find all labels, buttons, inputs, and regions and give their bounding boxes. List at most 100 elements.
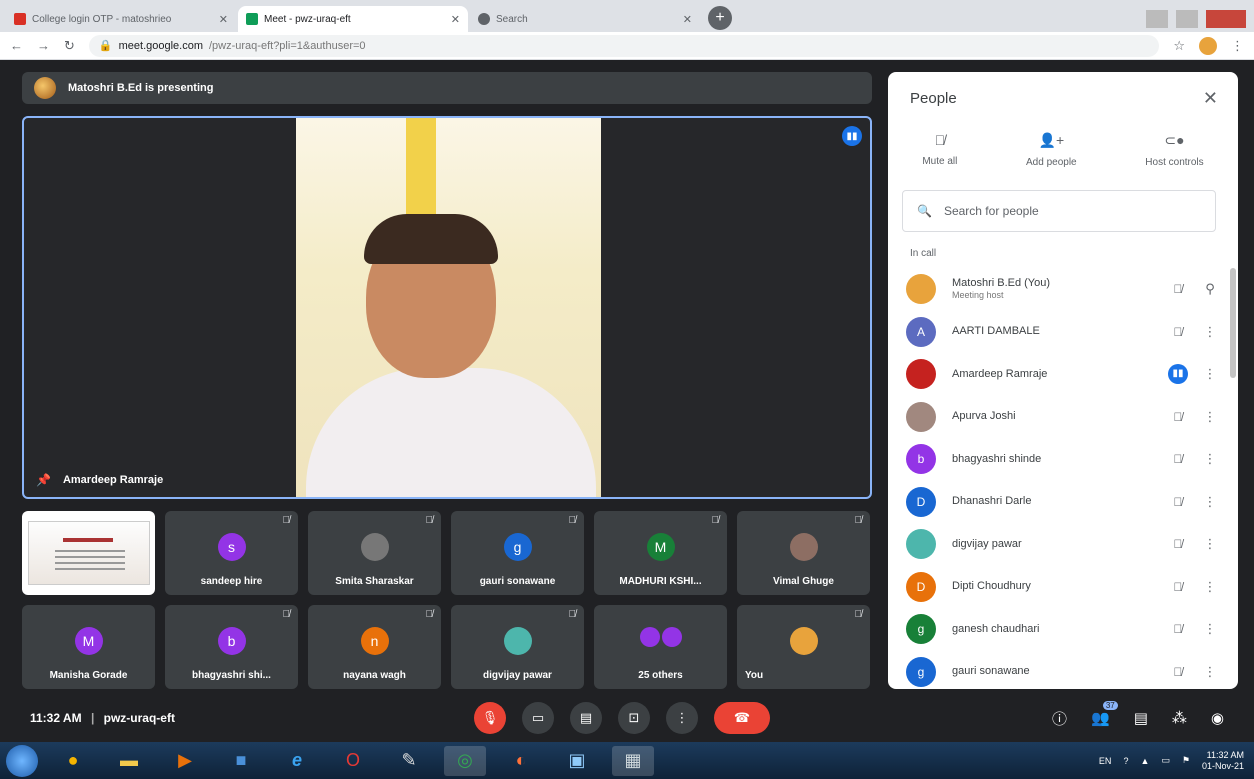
pin-icon[interactable]: ⚲ (1198, 281, 1222, 297)
more-options-icon[interactable]: ⋮ (1198, 536, 1222, 552)
star-icon[interactable]: ☆ (1173, 38, 1185, 54)
activities-icon[interactable]: ⁂ (1172, 709, 1187, 727)
browser-tab-search[interactable]: Search ✕ (470, 6, 700, 32)
others-tile[interactable]: 25 others (594, 605, 727, 689)
tile-name: bhagyashri shi... (192, 670, 271, 681)
internet-explorer-taskbar-icon[interactable]: e (276, 746, 318, 776)
participant-list: Matoshri B.Ed (You) Meeting host 🎙̸ ⚲ A A… (888, 268, 1238, 689)
help-icon[interactable]: ? (1123, 756, 1128, 766)
profile-avatar[interactable] (1199, 36, 1217, 55)
close-tab-icon[interactable]: ✕ (683, 13, 692, 26)
participant-tile[interactable]: 🎙̸ Smita Sharaskar (308, 511, 441, 595)
chrome-taskbar-icon[interactable]: ◎ (444, 745, 486, 776)
list-item[interactable]: D Dhanashri Darle 🎙̸ ⋮ (888, 481, 1238, 524)
browser-tab-gmail[interactable]: College login OTP - matoshrieo ✕ (6, 6, 236, 32)
mic-off-icon[interactable]: 🎙̸ (1158, 495, 1198, 509)
more-options-icon[interactable]: ⋮ (1198, 366, 1222, 382)
list-item[interactable]: D Dipti Choudhury 🎙̸ ⋮ (888, 566, 1238, 609)
presenting-text: Matoshri B.Ed is presenting (68, 82, 214, 94)
paint-taskbar-icon[interactable]: ✎ (388, 746, 430, 776)
reload-icon[interactable]: ↻ (64, 38, 75, 54)
browser-tab-meet[interactable]: Meet - pwz-uraq-eft ✕ (238, 6, 468, 32)
menu-kebab-icon[interactable]: ⋮ (1231, 38, 1244, 54)
back-arrow-icon[interactable]: ← (10, 38, 23, 53)
file-explorer-taskbar-icon[interactable]: ▬ (108, 746, 150, 776)
mute-all-button[interactable]: 🎙̸ Mute all (922, 132, 957, 168)
add-people-label: Add people (1026, 157, 1077, 168)
list-item[interactable]: Matoshri B.Ed (You) Meeting host 🎙̸ ⚲ (888, 268, 1238, 311)
host-controls-icon[interactable]: ◉ (1211, 709, 1224, 727)
participant-tile[interactable]: 🎙̸ Vimal Ghuge (737, 511, 870, 595)
minimize-button[interactable] (1146, 10, 1168, 28)
new-tab-button[interactable]: + (708, 6, 732, 30)
close-panel-icon[interactable]: ✕ (1203, 88, 1218, 109)
participant-tile[interactable]: 🎙̸ g gauri sonawane (451, 511, 584, 595)
captions-button[interactable]: ▤ (570, 702, 602, 734)
mic-off-icon[interactable]: 🎙̸ (1158, 282, 1198, 296)
mic-off-icon[interactable]: 🎙̸ (1158, 410, 1198, 424)
people-search-input[interactable]: 🔍 Search for people (902, 190, 1216, 232)
network-icon[interactable]: ▭ (1161, 755, 1170, 766)
close-tab-icon[interactable]: ✕ (219, 13, 228, 26)
mic-off-icon[interactable]: 🎙̸ (1158, 622, 1198, 636)
info-icon[interactable]: ⓘ (1052, 708, 1067, 729)
forward-arrow-icon[interactable]: → (37, 38, 50, 53)
add-people-button[interactable]: 👤+ Add people (1026, 132, 1077, 168)
close-tab-icon[interactable]: ✕ (451, 13, 460, 26)
show-hidden-icon[interactable]: ▲ (1140, 756, 1149, 766)
close-window-button[interactable] (1206, 10, 1246, 28)
camera-toggle-button[interactable]: ▭ (522, 702, 554, 734)
mic-toggle-button[interactable]: 🎙 (474, 702, 506, 734)
list-item[interactable]: Apurva Joshi 🎙̸ ⋮ (888, 396, 1238, 439)
list-item[interactable]: Amardeep Ramraje ▮▮ ⋮ (888, 353, 1238, 396)
app3-taskbar-icon[interactable]: ▦ (612, 745, 654, 776)
pin-icon[interactable]: 📌 (36, 473, 51, 487)
language-indicator[interactable]: EN (1099, 756, 1112, 766)
mic-off-icon[interactable]: 🎙̸ (1158, 580, 1198, 594)
maximize-button[interactable] (1176, 10, 1198, 28)
leave-call-button[interactable]: ☎ (714, 702, 770, 734)
host-controls-button[interactable]: ⊂● Host controls (1145, 132, 1203, 168)
app2-taskbar-icon[interactable]: ▣ (556, 746, 598, 776)
people-button[interactable]: 👥 37 (1091, 701, 1118, 727)
participant-tile[interactable]: 🎙̸ M MADHURI KSHI... (594, 511, 727, 595)
app-taskbar-icon[interactable]: ■ (220, 746, 262, 776)
more-options-icon[interactable]: ⋮ (1198, 451, 1222, 467)
address-bar[interactable]: 🔒 meet.google.com/pwz-uraq-eft?pli=1&aut… (88, 34, 1160, 57)
opera-taskbar-icon[interactable]: O (332, 746, 374, 776)
chrome-canary-taskbar-icon[interactable]: ● (52, 746, 94, 776)
mic-off-icon[interactable]: 🎙̸ (1158, 452, 1198, 466)
participant-tile[interactable]: 🎙̸ s sandeep hire (165, 511, 298, 595)
participant-tile[interactable]: M Manisha Gorade (22, 605, 155, 689)
self-tile[interactable]: 🎙̸ You (737, 605, 870, 689)
participant-tile[interactable]: 🎙̸ b bhagyashri shi... (165, 605, 298, 689)
media-player-taskbar-icon[interactable]: ▶ (164, 746, 206, 776)
list-item[interactable]: A AARTI DAMBALE 🎙̸ ⋮ (888, 311, 1238, 354)
avatar-initial: s (217, 533, 246, 561)
more-options-icon[interactable]: ⋮ (1198, 579, 1222, 595)
list-item[interactable]: g gauri sonawane 🎙̸ ⋮ (888, 651, 1238, 690)
list-item[interactable]: digvijay pawar 🎙̸ ⋮ (888, 523, 1238, 566)
presentation-tile[interactable] (22, 511, 155, 595)
clock[interactable]: 11:32 AM 01-Nov-21 (1202, 750, 1244, 772)
more-options-icon[interactable]: ⋮ (1198, 324, 1222, 340)
mic-off-icon[interactable]: 🎙̸ (1158, 537, 1198, 551)
chat-icon[interactable]: ▤ (1134, 709, 1148, 727)
mic-off-icon: 🎙 (481, 710, 499, 725)
more-options-icon[interactable]: ⋮ (1198, 409, 1222, 425)
mic-off-icon[interactable]: 🎙̸ (1158, 325, 1198, 339)
main-video-tile[interactable]: ▮▮ 📌 Amardeep Ramraje (22, 116, 872, 499)
more-options-icon[interactable]: ⋮ (1198, 621, 1222, 637)
participant-tile[interactable]: 🎙̸ n nayana wagh (308, 605, 441, 689)
present-button[interactable]: ⊡ (618, 702, 650, 734)
list-item[interactable]: b bhagyashri shinde 🎙̸ ⋮ (888, 438, 1238, 481)
more-options-icon[interactable]: ⋮ (1198, 494, 1222, 510)
more-options-icon[interactable]: ⋮ (1198, 664, 1222, 680)
start-button[interactable] (6, 744, 38, 777)
firefox-taskbar-icon[interactable]: ◐ (500, 746, 542, 776)
mic-off-icon[interactable]: 🎙̸ (1158, 665, 1198, 679)
participant-tile[interactable]: 🎙̸ digvijay pawar (451, 605, 584, 689)
more-options-button[interactable]: ⋮ (666, 702, 698, 734)
list-item[interactable]: g ganesh chaudhari 🎙̸ ⋮ (888, 608, 1238, 651)
flag-icon[interactable]: ⚑ (1182, 755, 1190, 766)
